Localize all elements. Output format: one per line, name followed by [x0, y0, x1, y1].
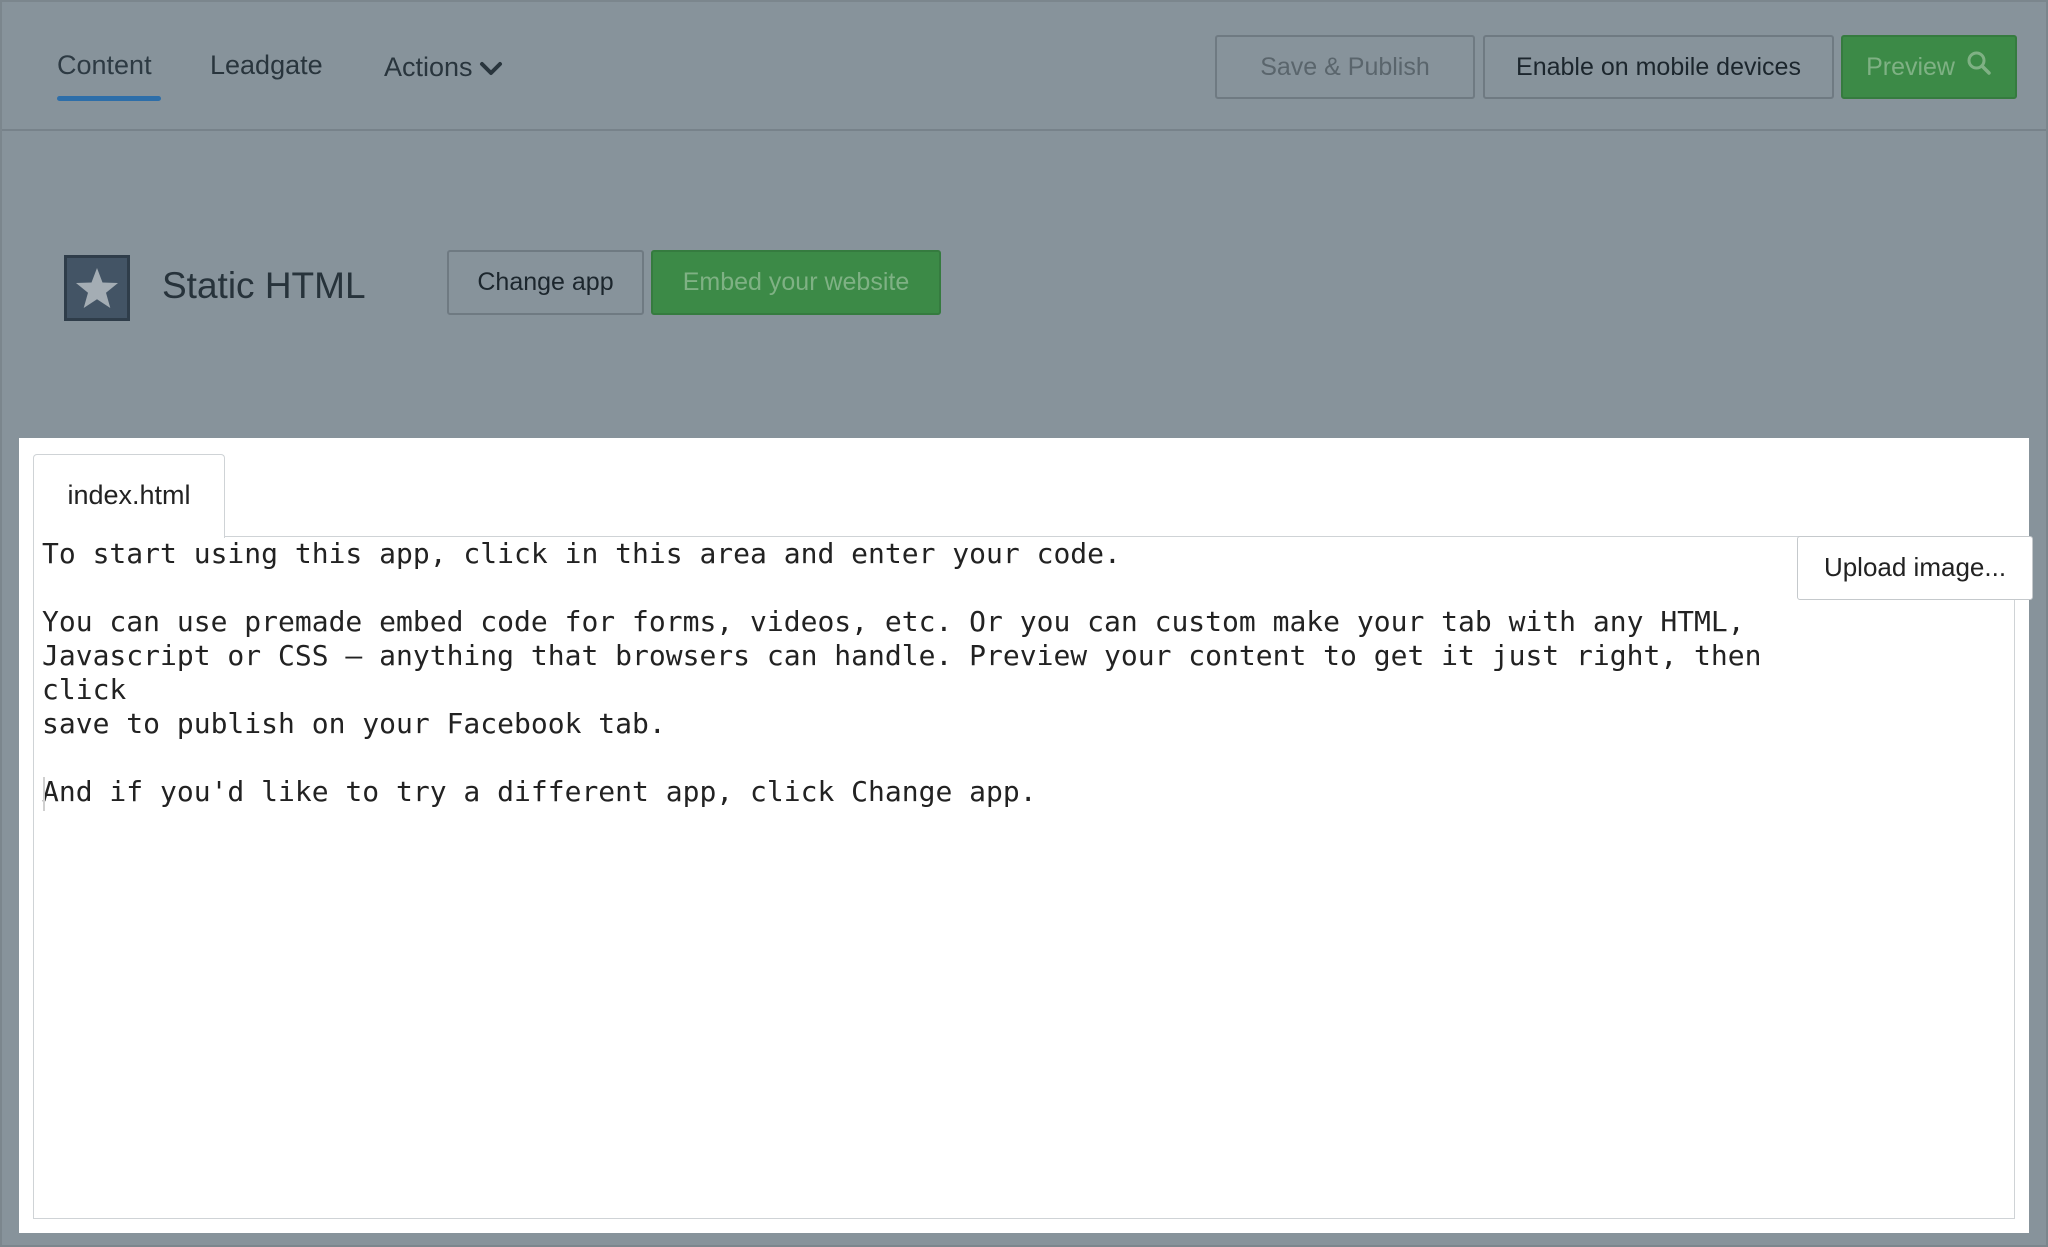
- app-title: Static HTML: [162, 265, 366, 306]
- tab-content[interactable]: Content: [57, 48, 152, 82]
- actions-label: Actions: [384, 52, 473, 82]
- tab-leadgate[interactable]: Leadgate: [210, 48, 323, 82]
- search-icon: [1966, 38, 1992, 98]
- preview-button[interactable]: Preview: [1841, 35, 2017, 99]
- embed-website-button[interactable]: Embed your website: [651, 250, 941, 315]
- editor-panel: index.html To start using this app, clic…: [19, 438, 2033, 1233]
- enable-mobile-button[interactable]: Enable on mobile devices: [1483, 35, 1834, 99]
- text-cursor: [43, 777, 45, 811]
- preview-label: Preview: [1866, 53, 1955, 81]
- code-content: To start using this app, click in this a…: [42, 537, 1762, 808]
- upload-image-button[interactable]: Upload image...: [1797, 536, 2033, 600]
- chevron-down-icon: [479, 52, 503, 86]
- actions-menu[interactable]: Actions: [384, 50, 503, 86]
- app-window: Content Leadgate Actions Save & Publish …: [0, 0, 2048, 1247]
- top-navigation-bar: Content Leadgate Actions Save & Publish …: [2, 2, 2046, 131]
- active-tab-indicator: [57, 96, 161, 101]
- file-tab-index-html[interactable]: index.html: [33, 454, 225, 538]
- change-app-button[interactable]: Change app: [447, 250, 644, 315]
- star-icon: [64, 255, 130, 321]
- code-editor[interactable]: To start using this app, click in this a…: [33, 536, 2033, 1219]
- save-publish-button[interactable]: Save & Publish: [1215, 35, 1475, 99]
